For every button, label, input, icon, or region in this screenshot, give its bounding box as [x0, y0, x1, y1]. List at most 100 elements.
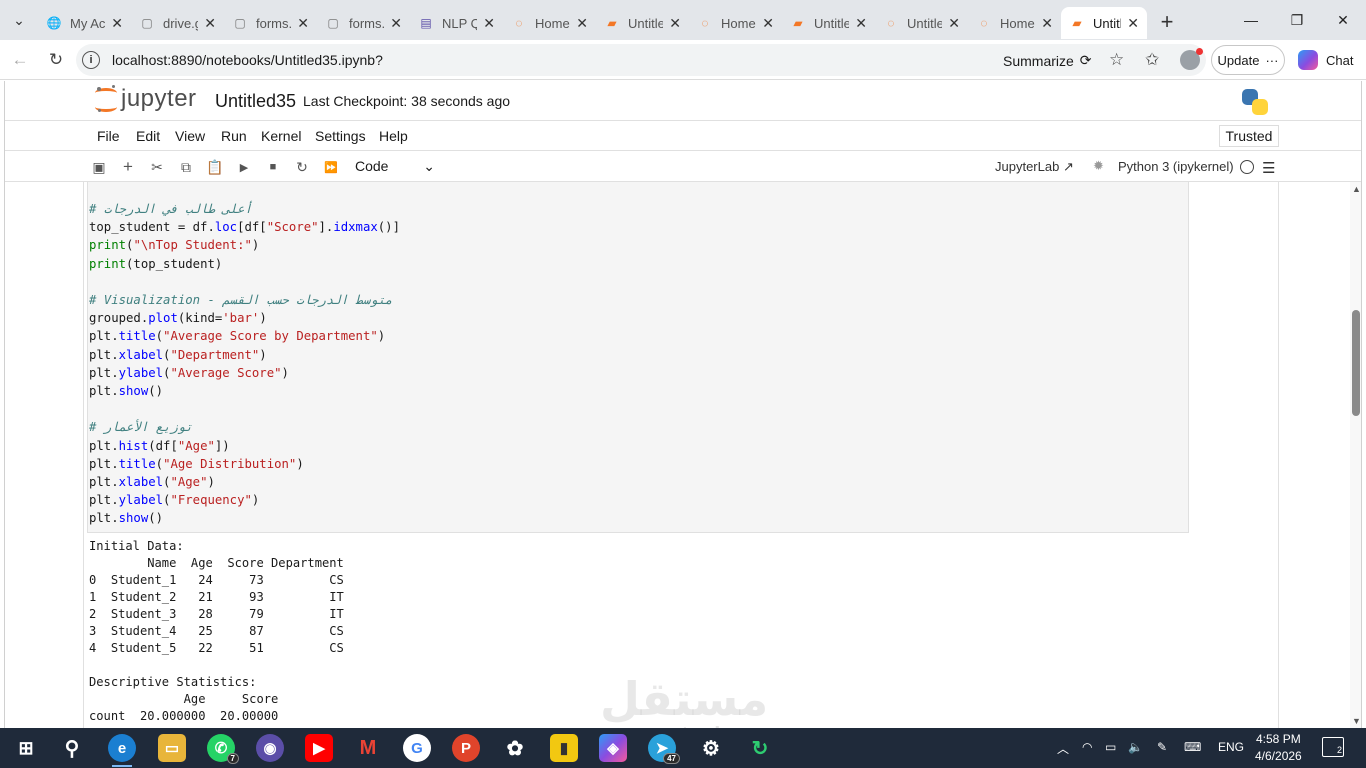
- favorite-star-icon[interactable]: ☆: [1109, 50, 1124, 70]
- copilot-taskbar-icon[interactable]: ◈: [599, 734, 627, 762]
- jupyter-mark-icon: [95, 85, 117, 113]
- powerpoint-icon[interactable]: P: [452, 734, 480, 762]
- browser-tab[interactable]: ▤ NLP Q ✕: [410, 7, 503, 39]
- favorites-icon[interactable]: ✩: [1145, 50, 1159, 70]
- debugger-icon[interactable]: ✹: [1093, 158, 1104, 174]
- update-button[interactable]: Update ···: [1211, 45, 1285, 75]
- scrollbar-thumb[interactable]: [1352, 310, 1360, 416]
- browser-tab[interactable]: ◌ Home ✕: [968, 7, 1061, 39]
- jupyter-wordmark: jupyter: [121, 85, 197, 112]
- menu-file[interactable]: File: [97, 128, 120, 144]
- browser-tab[interactable]: ▢ forms.a ✕: [224, 7, 317, 39]
- save-icon[interactable]: ▣: [89, 157, 109, 177]
- close-tab-icon[interactable]: ✕: [483, 15, 495, 32]
- close-tab-icon[interactable]: ✕: [1127, 15, 1139, 32]
- volume-icon[interactable]: 🔈: [1128, 740, 1143, 754]
- close-tab-icon[interactable]: ✕: [111, 15, 123, 32]
- summarize-button[interactable]: Summarize ⟳: [1003, 52, 1092, 69]
- browser-tab[interactable]: ◌ Untitle ✕: [875, 7, 968, 39]
- run-icon[interactable]: ▶: [234, 157, 254, 177]
- browser-tab[interactable]: 🌐 My Acc ✕: [38, 7, 131, 39]
- close-tab-icon[interactable]: ✕: [762, 15, 774, 32]
- windows-start-icon[interactable]: ⊞: [12, 734, 40, 762]
- close-tab-icon[interactable]: ✕: [204, 15, 216, 32]
- tab-actions-menu-icon[interactable]: ⌄: [0, 0, 38, 40]
- close-tab-icon[interactable]: ✕: [390, 15, 402, 32]
- restart-icon[interactable]: ↻: [292, 157, 312, 177]
- google-icon[interactable]: G: [403, 734, 431, 762]
- notebook-scrollbar[interactable]: ▲ ▼: [1350, 182, 1361, 728]
- site-info-icon[interactable]: i: [82, 51, 100, 69]
- browser-tab[interactable]: ▰ Untitle ✕: [1061, 7, 1147, 39]
- close-tab-icon[interactable]: ✕: [1041, 15, 1053, 32]
- minimize-icon[interactable]: —: [1228, 0, 1274, 40]
- code-line: plt.xlabel("Age"): [89, 473, 400, 491]
- chatgpt-icon[interactable]: ✿: [501, 734, 529, 762]
- youtube-icon[interactable]: ▶: [305, 734, 333, 762]
- hamburger-menu-icon[interactable]: ☰: [1262, 159, 1275, 177]
- cut-icon[interactable]: ✂: [147, 157, 167, 177]
- file-icon: ▢: [234, 16, 246, 30]
- scroll-down-icon[interactable]: ▼: [1352, 716, 1361, 726]
- browser-tab[interactable]: ◌ Home ✕: [503, 7, 596, 39]
- browser-tab[interactable]: ▰ Untitle ✕: [782, 7, 875, 39]
- close-tab-icon[interactable]: ✕: [669, 15, 681, 32]
- code-cell-source[interactable]: # أعلى طالب في الدرجات top_student = df.l…: [89, 200, 400, 528]
- back-icon[interactable]: ←: [2, 44, 38, 76]
- browser-tab[interactable]: ▢ forms.a ✕: [317, 7, 410, 39]
- wifi-icon[interactable]: ◠: [1082, 740, 1092, 754]
- close-tab-icon[interactable]: ✕: [855, 15, 867, 32]
- settings-icon[interactable]: ⚙: [697, 734, 725, 762]
- close-window-icon[interactable]: ✕: [1320, 0, 1366, 40]
- jupyter-logo[interactable]: jupyter: [95, 85, 197, 113]
- close-tab-icon[interactable]: ✕: [297, 15, 309, 32]
- menu-settings[interactable]: Settings: [315, 128, 366, 144]
- browser-tab[interactable]: ▢ drive.g ✕: [131, 7, 224, 39]
- keyboard-icon[interactable]: ⌨: [1184, 740, 1201, 754]
- refresh-app-icon[interactable]: ↻: [746, 734, 774, 762]
- close-tab-icon[interactable]: ✕: [948, 15, 960, 32]
- notebook-title[interactable]: Untitled35: [215, 91, 296, 112]
- kernel-name[interactable]: Python 3 (ipykernel): [1118, 159, 1234, 174]
- power-bi-icon[interactable]: ▮: [550, 734, 578, 762]
- profile-avatar[interactable]: [1180, 48, 1203, 70]
- language-indicator[interactable]: ENG: [1218, 740, 1244, 754]
- menu-edit[interactable]: Edit: [136, 128, 160, 144]
- file-explorer-icon[interactable]: ▭: [158, 734, 186, 762]
- refresh-icon[interactable]: ↻: [38, 44, 74, 76]
- clock[interactable]: 4:58 PM 4/6/2026: [1255, 731, 1302, 765]
- gmail-icon[interactable]: M: [354, 734, 382, 762]
- search-icon[interactable]: ⚲: [58, 734, 86, 762]
- menu-help[interactable]: Help: [379, 128, 408, 144]
- telegram-icon[interactable]: ➤ 47: [648, 734, 680, 764]
- copilot-chat-button[interactable]: Chat: [1292, 45, 1360, 75]
- code-token: xlabel: [118, 347, 164, 362]
- notification-center-icon[interactable]: 2: [1322, 737, 1344, 757]
- copy-icon[interactable]: ⧉: [176, 157, 196, 177]
- run-all-icon[interactable]: ⏩: [321, 157, 341, 177]
- paste-icon[interactable]: 📋: [205, 157, 225, 177]
- battery-icon[interactable]: ▭: [1105, 740, 1116, 754]
- whatsapp-icon[interactable]: ✆ 7: [207, 734, 239, 764]
- edge-browser-icon[interactable]: e: [108, 734, 136, 767]
- scroll-up-icon[interactable]: ▲: [1352, 184, 1361, 194]
- code-token: ): [251, 238, 260, 253]
- show-hidden-icons-icon[interactable]: ︿: [1057, 740, 1069, 757]
- cell-type-select[interactable]: Code ⌄: [355, 158, 435, 175]
- menu-view[interactable]: View: [175, 128, 205, 144]
- close-tab-icon[interactable]: ✕: [576, 15, 588, 32]
- firefox-icon[interactable]: ◉: [256, 734, 284, 762]
- stop-icon[interactable]: ■: [263, 157, 283, 177]
- pen-icon[interactable]: ✎: [1157, 740, 1167, 754]
- new-tab-button[interactable]: +: [1149, 6, 1185, 38]
- browser-tab[interactable]: ◌ Home ✕: [689, 7, 782, 39]
- menu-run[interactable]: Run: [221, 128, 247, 144]
- restore-icon[interactable]: ❐: [1274, 0, 1320, 40]
- menu-kernel[interactable]: Kernel: [261, 128, 301, 144]
- trusted-indicator[interactable]: Trusted: [1219, 125, 1279, 147]
- browser-tab[interactable]: ▰ Untitle ✕: [596, 7, 689, 39]
- insert-cell-icon[interactable]: +: [118, 157, 138, 177]
- open-jupyterlab-link[interactable]: JupyterLab ↗: [995, 159, 1074, 175]
